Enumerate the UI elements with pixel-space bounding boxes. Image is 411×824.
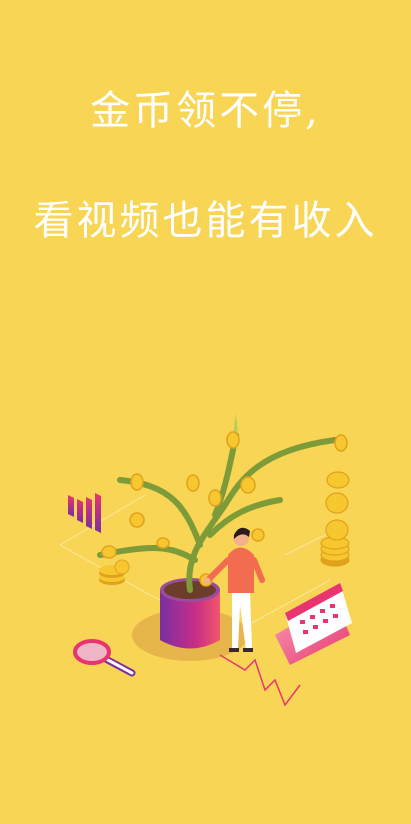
slogan-line-1: 金币领不停, — [90, 88, 321, 134]
money-tree-illustration — [59, 413, 352, 707]
coin-stack-left — [99, 559, 130, 585]
coin-stack-right — [320, 471, 350, 567]
slogan-line-2: 看视频也能有收入 — [33, 198, 378, 244]
bar-chart-icon — [68, 493, 101, 533]
tree-leaves — [100, 413, 238, 555]
calendar-icon — [275, 583, 352, 665]
magnifier-icon — [73, 639, 136, 677]
trend-line — [219, 654, 301, 707]
